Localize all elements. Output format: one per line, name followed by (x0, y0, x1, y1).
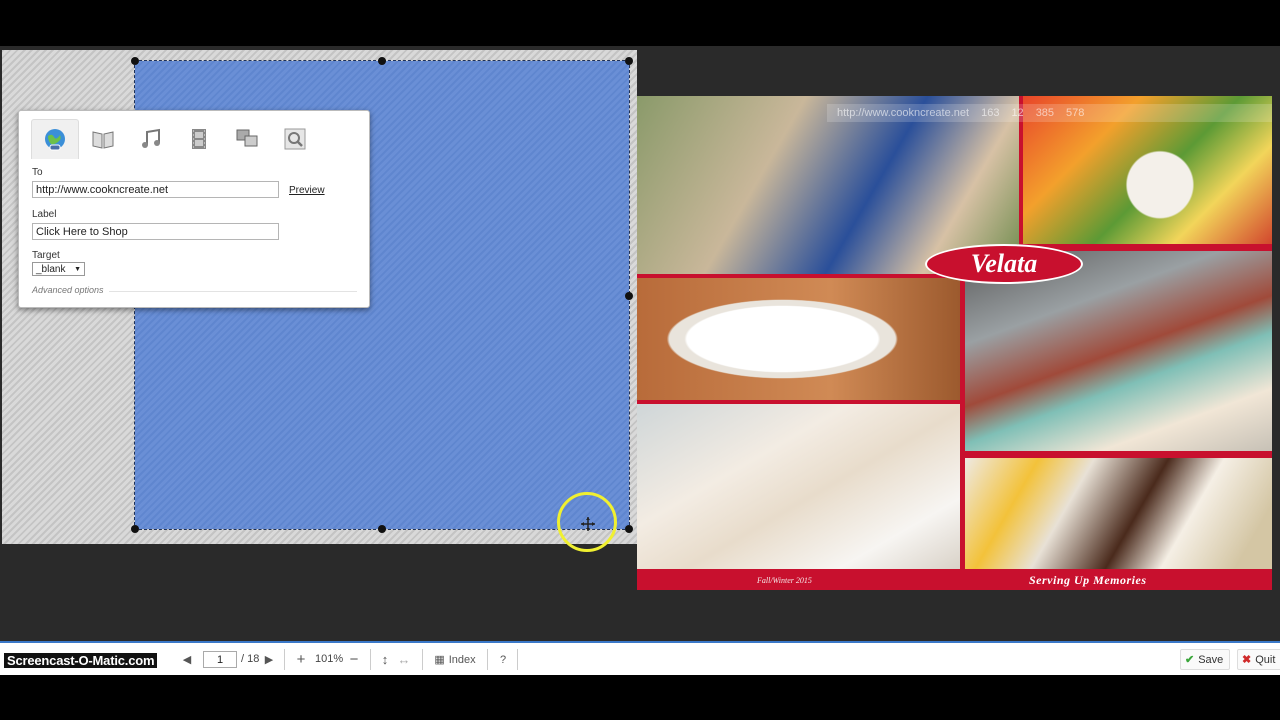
screen: Fall/Winter 2015 Serving Up Memories Vel… (0, 0, 1280, 720)
move-cursor-icon (581, 517, 595, 531)
save-button[interactable]: ✔ Save (1180, 649, 1230, 670)
pages-icon[interactable] (223, 119, 271, 159)
photo-cheesecake (637, 278, 960, 400)
save-label: Save (1198, 653, 1224, 666)
zoom-in-icon[interactable]: + (293, 651, 309, 668)
prev-page-icon[interactable]: ◀ (180, 651, 194, 668)
zoom-out-icon[interactable]: − (346, 651, 362, 668)
divider (422, 649, 423, 670)
resize-handle-s[interactable] (378, 525, 386, 533)
overlay-url: http://www.cooknсreate.net (837, 107, 970, 119)
divider (284, 649, 285, 670)
next-page-icon[interactable]: ▶ (262, 651, 276, 668)
target-value: _blank (36, 263, 66, 275)
resize-handle-n[interactable] (378, 57, 386, 65)
overlay-value-2: 12 (1011, 107, 1024, 119)
target-label: Target (32, 250, 60, 261)
resize-handle-e[interactable] (625, 292, 633, 300)
divider (487, 649, 488, 670)
music-icon[interactable] (127, 119, 175, 159)
dialog-toolbar (31, 119, 319, 159)
overlay-value-4: 578 (1066, 107, 1085, 119)
brand-name: Velata (970, 249, 1038, 278)
tagline-text: Serving Up Memories (1029, 573, 1147, 587)
photo-family-breakfast (637, 404, 960, 569)
label-input[interactable] (32, 223, 279, 240)
to-label: To (32, 167, 43, 178)
advanced-options-toggle[interactable]: Advanced options (32, 285, 104, 295)
brand-logo: Velata (925, 244, 1083, 284)
page-total: / 18 (241, 653, 260, 665)
dropdown-arrow-icon: ▼ (74, 265, 81, 273)
divider (109, 291, 357, 292)
fit-height-icon[interactable]: ↕ (378, 651, 392, 668)
grid-icon: ▦ (434, 654, 445, 666)
target-select[interactable]: _blank ▼ (32, 262, 85, 276)
divider (370, 649, 371, 670)
resize-handle-se[interactable] (625, 525, 633, 533)
help-button[interactable]: ? (496, 651, 510, 668)
to-url-input[interactable] (32, 181, 279, 198)
quit-label: Quit (1255, 653, 1276, 666)
catalog-cover-page: Fall/Winter 2015 Serving Up Memories Vel… (637, 96, 1272, 590)
label-label: Label (32, 209, 57, 220)
fit-width-icon[interactable]: ↔ (396, 651, 412, 668)
overlay-value-1: 163 (981, 107, 1000, 119)
resize-handle-ne[interactable] (625, 57, 633, 65)
page-number-input[interactable] (203, 651, 237, 668)
photo-syrup-bottle (965, 458, 1272, 569)
zoom-level: 101% (315, 653, 344, 665)
film-icon[interactable] (175, 119, 223, 159)
link-info-overlay: http://www.cooknсreate.net 163 12 385 57… (827, 104, 1272, 122)
resize-handle-nw[interactable] (131, 57, 139, 65)
preview-link[interactable]: Preview (289, 185, 325, 196)
overlay-value-3: 385 (1035, 107, 1055, 119)
book-icon[interactable] (79, 119, 127, 159)
check-icon: ✔ (1185, 654, 1195, 666)
close-icon: ✖ (1242, 654, 1252, 666)
index-label: Index (448, 653, 476, 666)
divider (517, 649, 518, 670)
resize-handle-sw[interactable] (131, 525, 139, 533)
quit-button[interactable]: ✖ Quit (1237, 649, 1280, 670)
footer-bar (637, 570, 1272, 590)
index-button[interactable]: ▦ Index (430, 651, 480, 668)
bottom-toolbar: Screencast-O-Matic.com ◀ / 18 ▶ + 101% −… (0, 641, 1280, 675)
magnify-icon[interactable] (271, 119, 319, 159)
season-text: Fall/Winter 2015 (757, 576, 812, 585)
link-properties-dialog: To Preview Label Target _blank ▼ Advance… (18, 110, 370, 308)
globe-link-icon[interactable] (31, 119, 79, 159)
recorder-watermark: Screencast-O-Matic.com (4, 653, 158, 668)
